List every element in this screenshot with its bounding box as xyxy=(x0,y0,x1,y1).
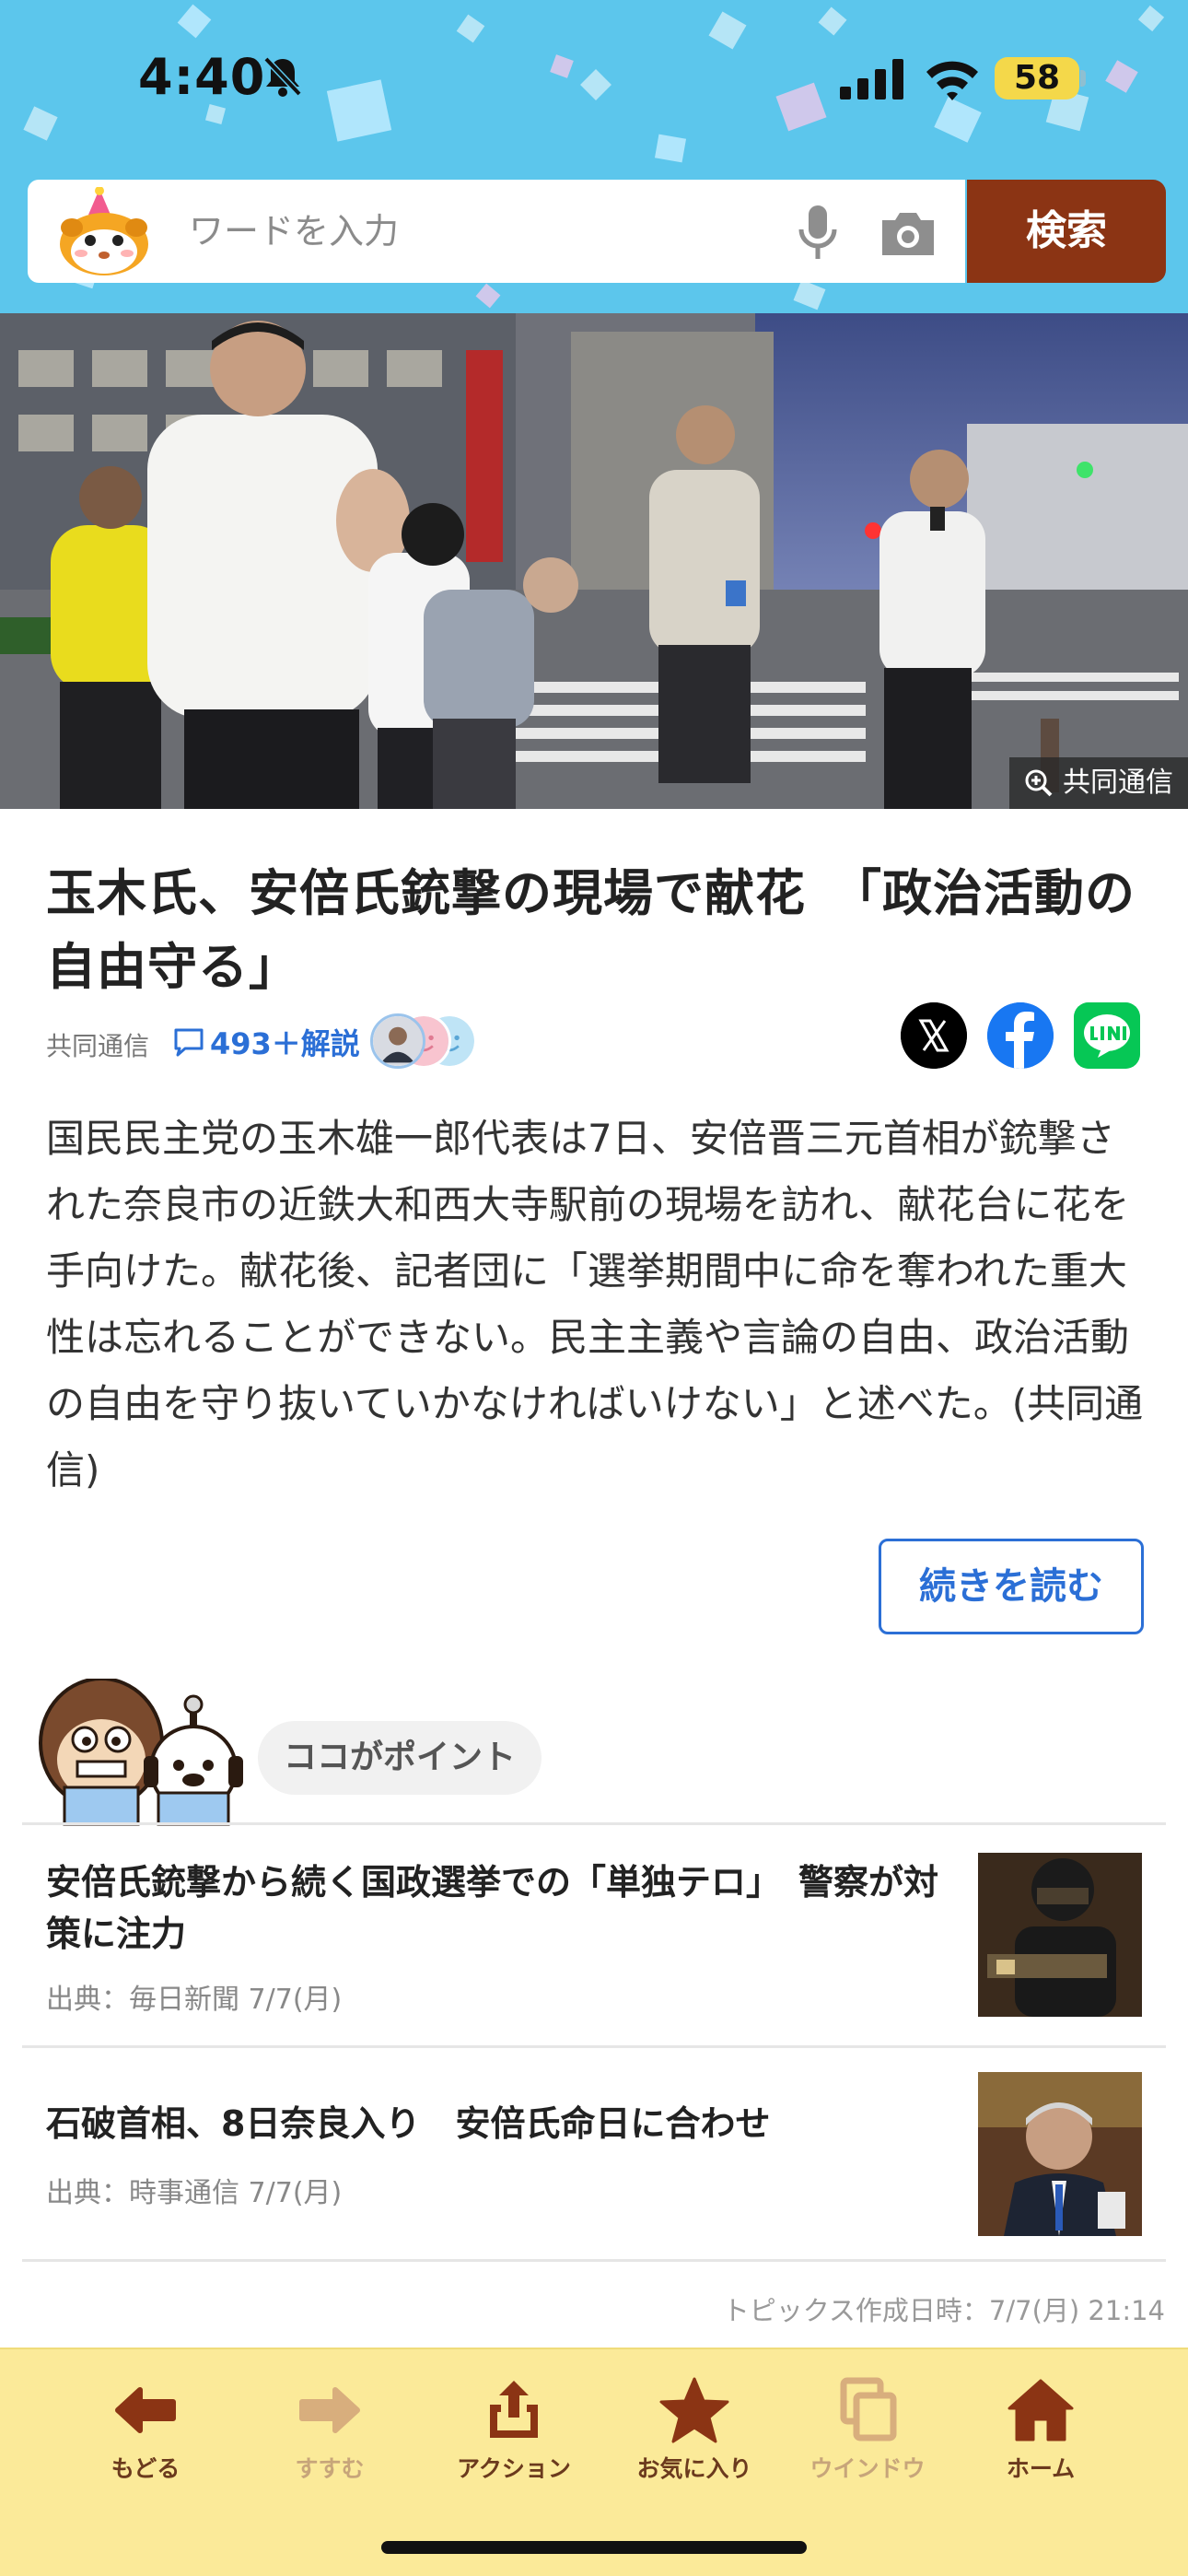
back-label: もどる xyxy=(111,2455,181,2482)
windows-icon xyxy=(840,2377,897,2441)
wifi-icon xyxy=(926,61,978,100)
window-button[interactable]: ウインドウ xyxy=(785,2377,950,2484)
battery-tip xyxy=(1080,70,1086,87)
topic-source: 出典：時事通信 7/7(月) xyxy=(46,2177,343,2209)
favorite-label: お気に入り xyxy=(636,2455,752,2482)
photo-credit-text: 共同通信 xyxy=(1063,767,1173,799)
read-more-button[interactable]: 続きを読む xyxy=(879,1539,1144,1634)
topic-source: 出典：毎日新聞 7/7(月) xyxy=(46,1984,343,2016)
topic-thumbnail xyxy=(978,2072,1142,2236)
home-label: ホーム xyxy=(1006,2455,1076,2482)
home-icon xyxy=(1007,2379,1074,2441)
comments-count: 493＋解説 xyxy=(210,1026,360,1061)
topic-thumbnail xyxy=(978,1853,1142,2017)
share-line-icon[interactable] xyxy=(1074,1002,1140,1069)
back-button[interactable]: もどる xyxy=(63,2377,228,2484)
article-meta: 共同通信 493＋解説 xyxy=(46,1002,1151,1087)
guinea-pig-mascot-icon xyxy=(60,187,148,275)
commenter-avatars[interactable] xyxy=(370,1013,527,1069)
action-label: アクション xyxy=(457,2455,571,2482)
topic-item[interactable]: 石破首相、8日奈良入り 安倍氏命日に合わせ 出典：時事通信 7/7(月) xyxy=(0,2061,1188,2259)
forward-button[interactable]: すすむ xyxy=(247,2377,413,2484)
photo-credit-badge[interactable]: 共同通信 xyxy=(1009,757,1188,809)
favorite-button[interactable]: お気に入り xyxy=(611,2377,777,2484)
share-facebook-icon[interactable] xyxy=(987,1002,1054,1069)
article-title: 玉木氏、安倍氏銃撃の現場で献花 「政治活動の自由守る」 xyxy=(46,864,1136,996)
hero-photo-image xyxy=(0,313,1188,809)
point-heading: ココがポイント xyxy=(258,1721,542,1795)
search-bar xyxy=(28,180,965,283)
home-indicator[interactable] xyxy=(381,2541,807,2554)
article-photo[interactable]: 共同通信 xyxy=(0,313,1188,809)
comment-bubble-icon xyxy=(174,1028,204,1057)
share-x-icon[interactable] xyxy=(901,1002,967,1069)
home-button[interactable]: ホーム xyxy=(958,2377,1124,2484)
cellular-signal-icon xyxy=(840,59,903,100)
topic-created-at: トピックス作成日時：7/7(月) 21:14 xyxy=(722,2295,1165,2326)
topic-title: 石破首相、8日奈良入り 安倍氏命日に合わせ xyxy=(46,2103,771,2144)
article-source[interactable]: 共同通信 xyxy=(46,1026,149,1063)
topic-item[interactable]: 安倍氏銃撃から続く国政選挙での「単独テロ」 警察が対策に注力 出典：毎日新聞 7… xyxy=(0,1838,1188,2045)
microphone-icon[interactable] xyxy=(792,204,844,263)
point-characters-illustration xyxy=(39,1679,243,1826)
search-input[interactable] xyxy=(189,204,787,259)
share-action-icon xyxy=(490,2381,538,2438)
app-header: 4:40 58 ワードを入力 検索 xyxy=(0,0,1188,313)
article-body: 国民民主党の玉木雄一郎代表は7日、安倍晋三元首相が銃撃された奈良市の近鉄大和西大… xyxy=(46,1116,1144,1493)
expert-avatar-photo xyxy=(370,1013,425,1069)
comments-link[interactable]: 493＋解説 xyxy=(173,1021,360,1063)
status-time: 4:40 xyxy=(138,48,266,106)
zoom-in-icon xyxy=(1025,769,1053,797)
camera-icon[interactable] xyxy=(879,207,938,259)
arrow-right-icon xyxy=(299,2387,360,2433)
battery-level: 58 xyxy=(995,57,1079,100)
star-icon xyxy=(659,2377,729,2443)
divider xyxy=(22,2259,1166,2262)
search-button[interactable]: 検索 xyxy=(967,180,1166,283)
topic-title: 安倍氏銃撃から続く国政選挙での「単独テロ」 警察が対策に注力 xyxy=(46,1862,939,1954)
action-button[interactable]: アクション xyxy=(431,2377,597,2484)
bell-slash-icon xyxy=(263,56,302,97)
divider xyxy=(22,1822,1166,1825)
arrow-left-icon xyxy=(115,2387,176,2433)
divider xyxy=(22,2045,1166,2048)
forward-label: すすむ xyxy=(295,2455,365,2482)
status-bar: 4:40 58 xyxy=(0,37,1188,120)
window-label: ウインドウ xyxy=(809,2455,926,2482)
